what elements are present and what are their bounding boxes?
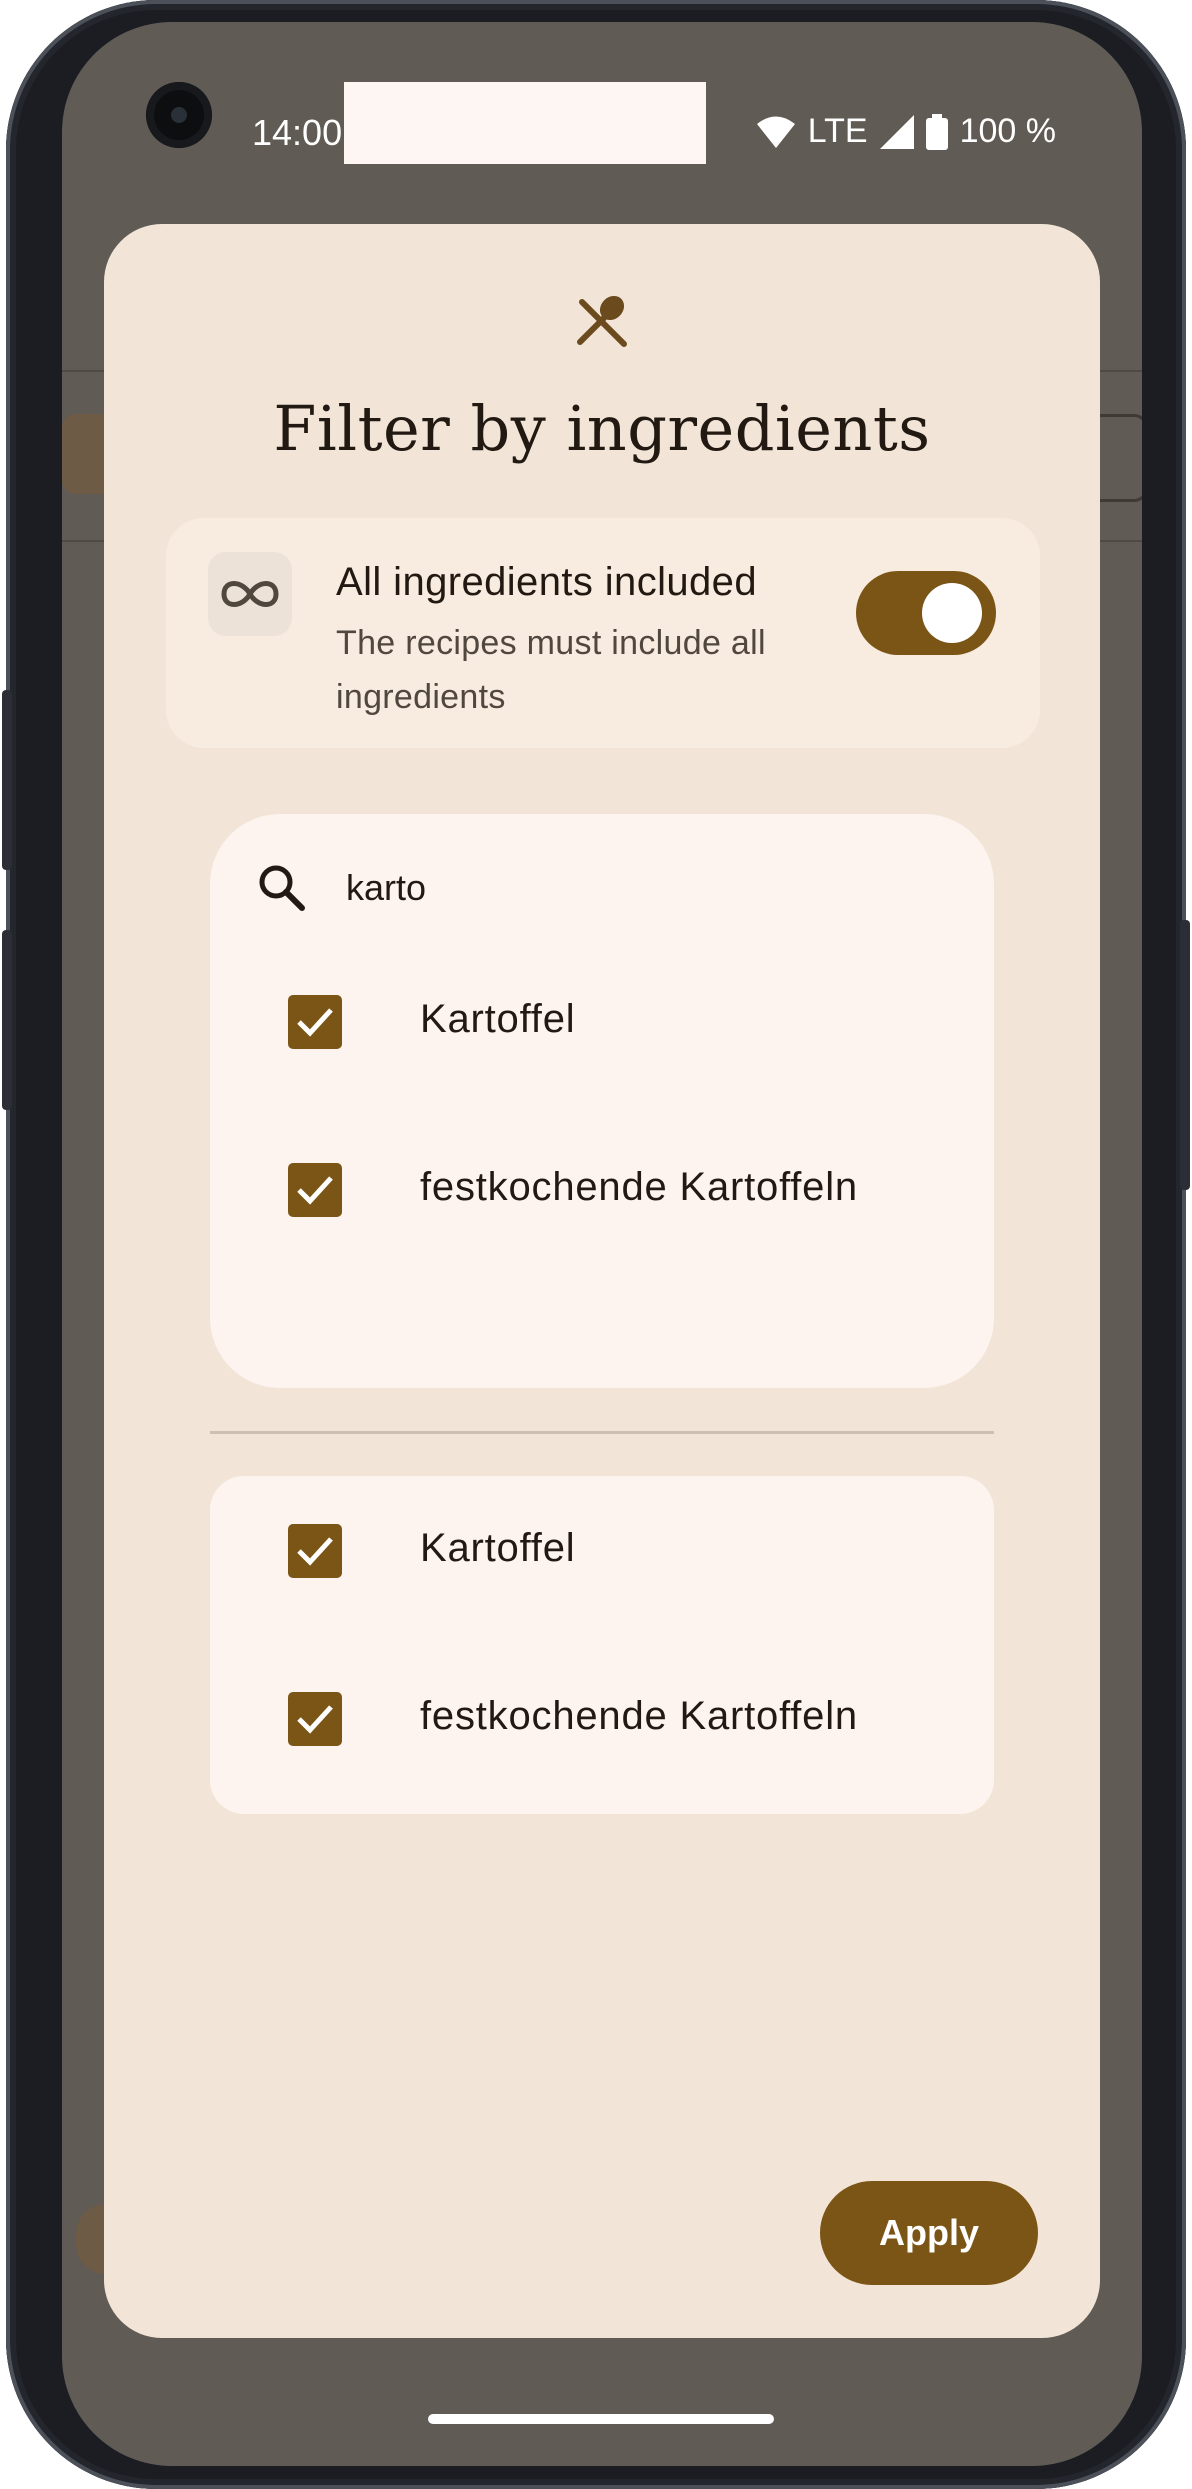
check-icon [297,1537,333,1566]
screen: 14:00 LTE 100 % Filter by ingredients Al… [62,22,1142,2466]
selected-label: Kartoffel [420,1526,576,1570]
fork-spoon-icon [577,295,627,347]
selected-label: festkochende Kartoffeln [420,1694,858,1738]
result-checkbox[interactable] [288,995,342,1049]
selected-checkbox[interactable] [288,1524,342,1578]
check-icon [297,1008,333,1037]
status-time: 14:00 [252,112,343,153]
battery-level: 100 % [959,112,1056,150]
all-ingredients-switch[interactable] [856,571,996,655]
redacted-area [344,82,706,164]
result-label: festkochende Kartoffeln [420,1165,858,1209]
side-button-right [1180,920,1190,1190]
search-icon[interactable] [254,860,310,916]
infinity-icon [221,581,279,607]
section-divider [210,1431,994,1434]
ingredient-search-card: Kartoffel festkochende Kartoffeln [210,814,994,1388]
apply-button[interactable]: Apply [820,2181,1038,2285]
status-bar: 14:00 LTE 100 % [62,22,1142,202]
check-icon [297,1705,333,1734]
wifi-icon [756,116,795,148]
search-result-row[interactable]: Kartoffel [210,967,994,1077]
switch-knob [922,583,982,643]
result-label: Kartoffel [420,997,576,1041]
volume-button [2,930,12,1110]
search-result-row[interactable]: festkochende Kartoffeln [210,1135,994,1245]
status-indicators: LTE 100 % [756,112,1056,151]
filter-dialog: Filter by ingredients All ingredients in… [104,224,1100,2338]
setting-subtitle: The recipes must include all ingredients [336,624,766,716]
check-icon [297,1176,333,1205]
infinity-icon-box [208,552,292,636]
network-type: LTE [807,112,868,150]
home-indicator[interactable] [428,2414,774,2424]
selected-checkbox[interactable] [288,1692,342,1746]
result-checkbox[interactable] [288,1163,342,1217]
dialog-title: Filter by ingredients [273,392,931,465]
all-ingredients-setting[interactable]: All ingredients included The recipes mus… [166,518,1040,748]
ingredient-search-input[interactable] [346,864,906,912]
setting-title: All ingredients included [336,560,757,604]
front-camera [146,82,212,148]
signal-icon [879,114,914,149]
power-button [2,690,12,870]
selected-ingredient-row[interactable]: festkochende Kartoffeln [210,1664,994,1774]
selected-ingredients-card: Kartoffel festkochende Kartoffeln [210,1476,994,1814]
phone-frame: 14:00 LTE 100 % Filter by ingredients Al… [2,0,1190,2489]
battery-icon [925,113,948,150]
selected-ingredient-row[interactable]: Kartoffel [210,1496,994,1606]
